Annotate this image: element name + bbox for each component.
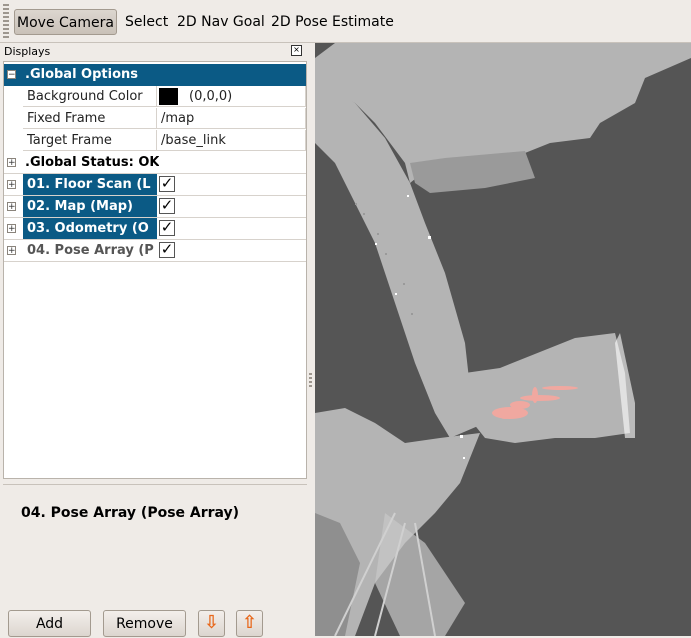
close-icon[interactable]: × xyxy=(291,45,302,56)
tree-row-global-status[interactable]: + .Global Status: OK xyxy=(4,152,306,174)
display-row-odometry[interactable]: + 03. Odometry (O ✓ xyxy=(4,218,306,240)
expand-icon[interactable]: + xyxy=(7,224,16,234)
splitter-grip-icon xyxy=(309,373,312,387)
arrow-up-icon: ⇧ xyxy=(241,612,258,633)
expand-icon[interactable]: + xyxy=(7,180,16,190)
remove-display-button[interactable]: Remove xyxy=(103,610,186,637)
tree-row-global-options[interactable]: − .Global Options xyxy=(4,64,306,86)
tree-row-label: .Global Options xyxy=(25,67,139,82)
panel-splitter[interactable] xyxy=(307,43,315,636)
display-label: 04. Pose Array (P xyxy=(27,243,154,258)
occupancy-map xyxy=(315,43,691,636)
expand-icon[interactable]: + xyxy=(7,158,16,168)
displays-panel-title: Displays xyxy=(4,45,51,58)
description-text: 04. Pose Array (Pose Array) xyxy=(21,505,240,521)
display-row-map[interactable]: + 02. Map (Map) ✓ xyxy=(4,196,306,218)
display-row-floor-scan[interactable]: + 01. Floor Scan (L ✓ xyxy=(4,174,306,196)
row-divider xyxy=(4,261,306,262)
property-value[interactable]: /base_link xyxy=(157,130,306,151)
enable-checkbox[interactable]: ✓ xyxy=(159,220,175,236)
property-row-background-color[interactable]: Background Color (0,0,0) xyxy=(4,86,306,108)
property-value[interactable]: (0,0,0) xyxy=(157,86,306,107)
enable-checkbox[interactable]: ✓ xyxy=(159,198,175,214)
tool-move-camera[interactable]: Move Camera xyxy=(14,9,117,35)
arrow-down-icon: ⇩ xyxy=(203,612,220,633)
render-viewport[interactable] xyxy=(315,43,691,636)
tool-2d-pose-estimate[interactable]: 2D Pose Estimate xyxy=(271,9,394,35)
property-row-target-frame[interactable]: Target Frame /base_link xyxy=(4,130,306,152)
toolbar-grip-handle[interactable] xyxy=(3,4,9,38)
tree-row-label: .Global Status: OK xyxy=(25,155,160,170)
displays-tree: − .Global Options Background Color (0,0,… xyxy=(3,61,307,479)
expand-icon[interactable]: + xyxy=(7,246,16,256)
tool-toolbar: Move Camera Select 2D Nav Goal 2D Pose E… xyxy=(0,0,691,43)
property-name: Target Frame xyxy=(23,130,157,151)
enable-checkbox[interactable]: ✓ xyxy=(159,242,175,258)
display-description-panel: 04. Pose Array (Pose Array) xyxy=(3,484,307,602)
property-row-fixed-frame[interactable]: Fixed Frame /map xyxy=(4,108,306,130)
property-value[interactable]: /map xyxy=(157,108,306,129)
property-name: Fixed Frame xyxy=(23,108,157,129)
add-display-button[interactable]: Add xyxy=(8,610,91,637)
displays-panel-header: Displays × xyxy=(0,43,306,60)
move-down-button[interactable]: ⇩ xyxy=(198,610,225,637)
move-up-button[interactable]: ⇧ xyxy=(236,610,263,637)
property-name: Background Color xyxy=(23,86,157,107)
collapse-icon[interactable]: − xyxy=(7,70,16,80)
display-row-pose-array[interactable]: + 04. Pose Array (P ✓ xyxy=(4,240,306,262)
display-label: 03. Odometry (O xyxy=(23,218,157,239)
tool-2d-nav-goal[interactable]: 2D Nav Goal xyxy=(177,9,265,35)
display-label: 01. Floor Scan (L xyxy=(23,174,157,195)
display-label: 02. Map (Map) xyxy=(23,196,157,217)
expand-icon[interactable]: + xyxy=(7,202,16,212)
color-swatch[interactable] xyxy=(159,88,178,105)
tool-select[interactable]: Select xyxy=(125,9,168,35)
enable-checkbox[interactable]: ✓ xyxy=(159,176,175,192)
